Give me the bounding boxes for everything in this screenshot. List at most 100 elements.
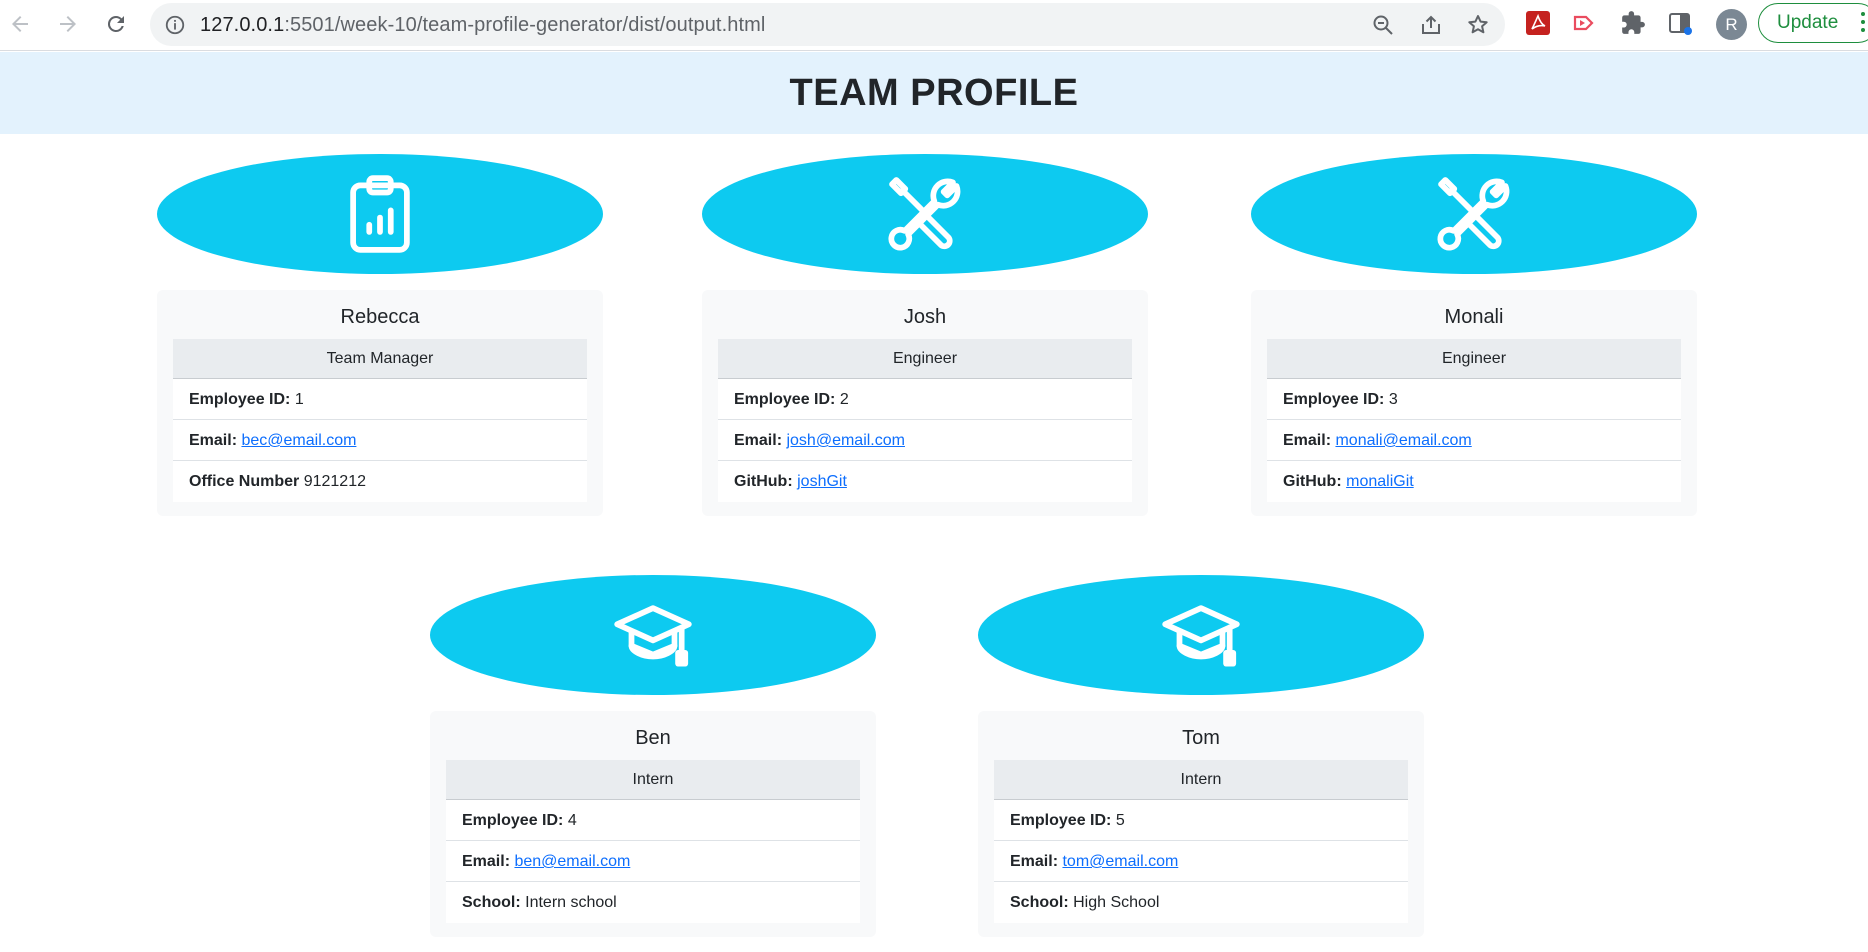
github-label: GitHub: xyxy=(734,473,793,490)
graduation-cap-icon xyxy=(1162,605,1240,667)
graduation-cap-icon xyxy=(614,605,692,667)
employee-id-value: 1 xyxy=(294,391,304,408)
url-text[interactable]: 127.0.0.1:5501/week-10/team-profile-gene… xyxy=(200,14,765,37)
zoom-out-icon[interactable] xyxy=(1371,13,1395,37)
employee-info-card: Rebecca Team Manager Employee ID: 1 Emai… xyxy=(157,290,603,516)
employee-id-label: Employee ID: xyxy=(1010,812,1112,829)
employee-email-row: Email: tom@email.com xyxy=(994,841,1408,882)
employee-id-row: Employee ID: 1 xyxy=(173,379,587,420)
email-link[interactable]: ben@email.com xyxy=(514,853,630,870)
profile-avatar[interactable]: R xyxy=(1716,9,1747,40)
role-icon-bubble xyxy=(702,154,1148,274)
employee-id-value: 5 xyxy=(1115,812,1125,829)
email-label: Email: xyxy=(462,853,511,870)
email-label: Email: xyxy=(1283,432,1332,449)
employee-id-label: Employee ID: xyxy=(189,391,291,408)
back-button[interactable] xyxy=(4,8,36,40)
github-row: GitHub: monaliGit xyxy=(1267,461,1681,502)
clipboard-chart-icon xyxy=(350,175,410,253)
update-label: Update xyxy=(1777,12,1839,33)
github-row: GitHub: joshGit xyxy=(718,461,1132,502)
employee-id-label: Employee ID: xyxy=(1283,391,1385,408)
employee-role: Intern xyxy=(446,760,860,800)
pdf-extension-icon[interactable] xyxy=(1525,10,1551,36)
email-link[interactable]: monali@email.com xyxy=(1335,432,1471,449)
email-label: Email: xyxy=(189,432,238,449)
employee-id-label: Employee ID: xyxy=(462,812,564,829)
role-icon-bubble xyxy=(430,575,876,695)
tools-icon xyxy=(888,177,961,251)
employee-info-card: Tom Intern Employee ID: 5 Email: tom@ema… xyxy=(978,711,1424,937)
employee-role: Team Manager xyxy=(173,339,587,379)
office-number-label: Office Number xyxy=(189,473,300,490)
reload-icon xyxy=(107,15,124,32)
email-label: Email: xyxy=(734,432,783,449)
site-info-icon[interactable] xyxy=(164,14,186,36)
employee-card-manager: Rebecca Team Manager Employee ID: 1 Emai… xyxy=(157,154,603,516)
employee-id-label: Employee ID: xyxy=(734,391,836,408)
menu-dots-icon[interactable] xyxy=(1861,12,1865,36)
github-link[interactable]: joshGit xyxy=(797,473,847,490)
tools-icon xyxy=(1437,177,1510,251)
forward-button[interactable] xyxy=(52,8,84,40)
employee-info-card: Ben Intern Employee ID: 4 Email: ben@ema… xyxy=(430,711,876,937)
employee-name: Tom xyxy=(1182,727,1220,749)
school-row: School: Intern school xyxy=(446,882,860,923)
employee-info-card: Monali Engineer Employee ID: 3 Email: mo… xyxy=(1251,290,1697,516)
url-path: :5501/week-10/team-profile-generator/dis… xyxy=(284,14,766,36)
school-row: School: High School xyxy=(994,882,1408,923)
employee-id-row: Employee ID: 3 xyxy=(1267,379,1681,420)
school-value: High School xyxy=(1073,894,1160,911)
school-label: School: xyxy=(1010,894,1069,911)
employee-id-value: 3 xyxy=(1388,391,1398,408)
email-link[interactable]: bec@email.com xyxy=(241,432,356,449)
reload-button[interactable] xyxy=(100,8,132,40)
address-bar[interactable]: 127.0.0.1:5501/week-10/team-profile-gene… xyxy=(150,3,1505,46)
employee-card-engineer: Josh Engineer Employee ID: 2 Email: josh… xyxy=(702,154,1148,516)
employee-role: Engineer xyxy=(1267,339,1681,379)
page-title: TEAM PROFILE xyxy=(789,71,1079,114)
school-label: School: xyxy=(462,894,521,911)
url-host: 127.0.0.1 xyxy=(200,14,285,36)
employee-email-row: Email: ben@email.com xyxy=(446,841,860,882)
employee-name: Rebecca xyxy=(340,306,420,328)
role-icon-bubble xyxy=(978,575,1424,695)
email-link[interactable]: tom@email.com xyxy=(1062,853,1178,870)
role-icon-bubble xyxy=(157,154,603,274)
office-number-row: Office Number 9121212 xyxy=(173,461,587,502)
employee-email-row: Email: monali@email.com xyxy=(1267,420,1681,461)
employee-role: Engineer xyxy=(718,339,1132,379)
employee-id-value: 4 xyxy=(567,812,577,829)
employee-card-intern: Ben Intern Employee ID: 4 Email: ben@ema… xyxy=(430,575,876,937)
school-value: Intern school xyxy=(525,894,617,911)
email-label: Email: xyxy=(1010,853,1059,870)
employee-role: Intern xyxy=(994,760,1408,800)
share-icon[interactable] xyxy=(1419,13,1443,37)
office-number-value: 9121212 xyxy=(303,473,366,490)
email-link[interactable]: josh@email.com xyxy=(786,432,905,449)
update-button[interactable]: Update xyxy=(1758,3,1868,43)
page-header: TEAM PROFILE xyxy=(0,52,1868,134)
arrow-right-icon xyxy=(60,16,76,32)
employee-id-row: Employee ID: 2 xyxy=(718,379,1132,420)
employee-name: Ben xyxy=(635,727,671,749)
employee-id-row: Employee ID: 4 xyxy=(446,800,860,841)
employee-id-value: 2 xyxy=(839,391,849,408)
employee-name: Monali xyxy=(1444,306,1504,328)
employee-email-row: Email: josh@email.com xyxy=(718,420,1132,461)
employee-name: Josh xyxy=(903,306,947,328)
employee-info-card: Josh Engineer Employee ID: 2 Email: josh… xyxy=(702,290,1148,516)
bookmark-star-icon[interactable] xyxy=(1466,13,1490,37)
employee-id-row: Employee ID: 5 xyxy=(994,800,1408,841)
arrow-left-icon xyxy=(12,16,28,32)
github-link[interactable]: monaliGit xyxy=(1346,473,1414,490)
employee-email-row: Email: bec@email.com xyxy=(173,420,587,461)
side-panel-icon[interactable] xyxy=(1667,10,1693,36)
employee-card-engineer: Monali Engineer Employee ID: 3 Email: mo… xyxy=(1251,154,1697,516)
browser-toolbar: 127.0.0.1:5501/week-10/team-profile-gene… xyxy=(0,0,1868,51)
screen-record-extension-icon[interactable] xyxy=(1572,10,1598,36)
extensions-puzzle-icon[interactable] xyxy=(1620,10,1646,36)
employee-card-intern: Tom Intern Employee ID: 5 Email: tom@ema… xyxy=(978,575,1424,937)
github-label: GitHub: xyxy=(1283,473,1342,490)
role-icon-bubble xyxy=(1251,154,1697,274)
